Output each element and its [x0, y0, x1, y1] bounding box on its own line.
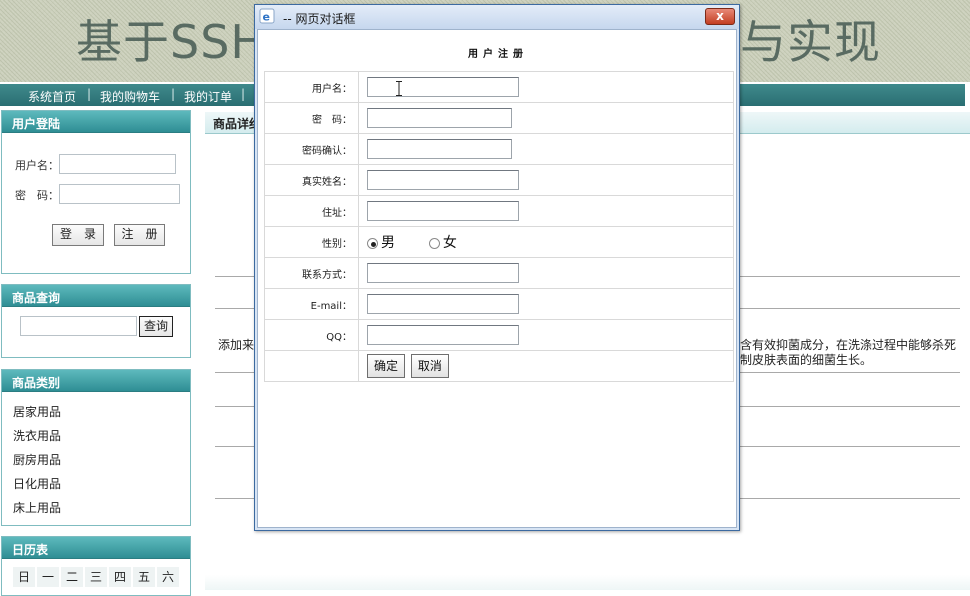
calendar-weekday: 三	[85, 567, 107, 587]
form-row-password: 密 码：	[264, 102, 734, 134]
category-item[interactable]: 居家用品	[13, 403, 61, 420]
username-input[interactable]	[367, 77, 519, 97]
form-row-email: E-mail：	[264, 288, 734, 320]
qq-label: QQ：	[264, 319, 359, 351]
product-search-input[interactable]	[20, 316, 137, 336]
login-button[interactable]: 登 录	[52, 224, 104, 246]
nav-separator: |	[87, 87, 92, 101]
gender-female-option[interactable]: 女	[428, 232, 457, 252]
nav-separator: |	[241, 87, 246, 101]
form-row-address: 住址：	[264, 195, 734, 227]
text-cursor-icon	[396, 81, 402, 96]
close-icon: x	[716, 9, 724, 23]
register-dialog: e -- 网页对话框 x 用户注册 用户名： 密 码： 密码确认： 真实姓名：	[254, 4, 740, 531]
form-row-password-confirm: 密码确认：	[264, 133, 734, 165]
calendar-weekday: 六	[157, 567, 179, 587]
gender-male-label: 男	[381, 235, 395, 251]
calendar-panel: 日历表 日 一 二 三 四 五 六	[1, 536, 191, 596]
category-panel: 商品类别 居家用品 洗衣用品 厨房用品 日化用品 床上用品	[1, 369, 191, 526]
address-input[interactable]	[367, 201, 519, 221]
calendar-weekday: 五	[133, 567, 155, 587]
address-label: 住址：	[264, 195, 359, 227]
email-input[interactable]	[367, 294, 519, 314]
login-password-input[interactable]	[59, 184, 180, 204]
email-label: E-mail：	[264, 288, 359, 320]
site-title-end: 与实现	[740, 15, 881, 69]
category-item[interactable]: 床上用品	[13, 499, 61, 516]
search-panel: 商品查询 查询	[1, 284, 191, 358]
login-username-label: 用户名：	[15, 159, 59, 172]
form-row-phone: 联系方式：	[264, 257, 734, 289]
product-description-line2: 制皮肤表面的细菌生长。	[740, 353, 873, 367]
register-form: 用户名： 密 码： 密码确认： 真实姓名： 住址： 性别： 男 女 联系方式： …	[264, 71, 734, 382]
form-row-actions: 确定 取消	[264, 350, 734, 382]
dialog-titlebar[interactable]: e -- 网页对话框 x	[255, 5, 739, 29]
gender-female-label: 女	[442, 235, 457, 251]
gender-female-radio[interactable]	[428, 237, 440, 249]
password-confirm-label: 密码确认：	[264, 133, 359, 165]
realname-input[interactable]	[367, 170, 519, 190]
close-button[interactable]: x	[705, 8, 735, 25]
form-row-realname: 真实姓名：	[264, 164, 734, 196]
gender-label: 性别：	[264, 226, 359, 258]
nav-separator: |	[171, 87, 176, 101]
form-row-qq: QQ：	[264, 319, 734, 351]
login-username-input[interactable]	[59, 154, 176, 174]
calendar-weekday: 一	[37, 567, 59, 587]
calendar-weekday: 四	[109, 567, 131, 587]
login-panel: 用户登陆 用户名： 密 码： 登 录 注 册	[1, 110, 191, 274]
nav-home[interactable]: 系统首页	[28, 88, 76, 105]
cancel-button[interactable]: 取消	[410, 354, 449, 378]
calendar-weekday: 二	[61, 567, 83, 587]
register-button[interactable]: 注 册	[114, 224, 165, 246]
submit-button[interactable]: 确定	[367, 354, 406, 378]
category-item[interactable]: 日化用品	[13, 475, 61, 492]
category-panel-title: 商品类别	[2, 370, 190, 392]
form-row-username: 用户名：	[264, 71, 734, 103]
password-confirm-input[interactable]	[367, 139, 512, 159]
product-description-start: 添加来	[218, 338, 255, 352]
form-row-gender: 性别： 男 女	[264, 226, 734, 258]
qq-input[interactable]	[367, 325, 519, 345]
login-panel-title: 用户登陆	[2, 111, 190, 133]
gender-male-option[interactable]: 男	[367, 232, 395, 252]
password-input[interactable]	[367, 108, 512, 128]
form-title: 用户注册	[468, 49, 528, 60]
search-panel-title: 商品查询	[2, 285, 190, 307]
site-title-start: 基于SSH	[76, 15, 266, 69]
phone-input[interactable]	[367, 263, 519, 283]
calendar-panel-title: 日历表	[2, 537, 190, 559]
nav-orders[interactable]: 我的订单	[184, 88, 232, 105]
main-bottom-gradient	[205, 575, 970, 590]
nav-cart[interactable]: 我的购物车	[100, 88, 160, 105]
calendar-weekday: 日	[13, 567, 35, 587]
realname-label: 真实姓名：	[264, 164, 359, 196]
login-password-label: 密 码：	[15, 189, 59, 202]
category-item[interactable]: 洗衣用品	[13, 427, 61, 444]
gender-male-radio[interactable]	[367, 237, 378, 249]
username-label: 用户名：	[264, 71, 359, 103]
search-button[interactable]: 查询	[139, 316, 173, 337]
ie-icon: e	[259, 8, 275, 24]
dialog-content: 用户注册 用户名： 密 码： 密码确认： 真实姓名： 住址： 性别： 男 女 联…	[257, 29, 737, 528]
dialog-title: -- 网页对话框	[283, 12, 356, 26]
password-label: 密 码：	[264, 102, 359, 134]
phone-label: 联系方式：	[264, 257, 359, 289]
category-item[interactable]: 厨房用品	[13, 451, 61, 468]
svg-text:e: e	[263, 11, 270, 24]
